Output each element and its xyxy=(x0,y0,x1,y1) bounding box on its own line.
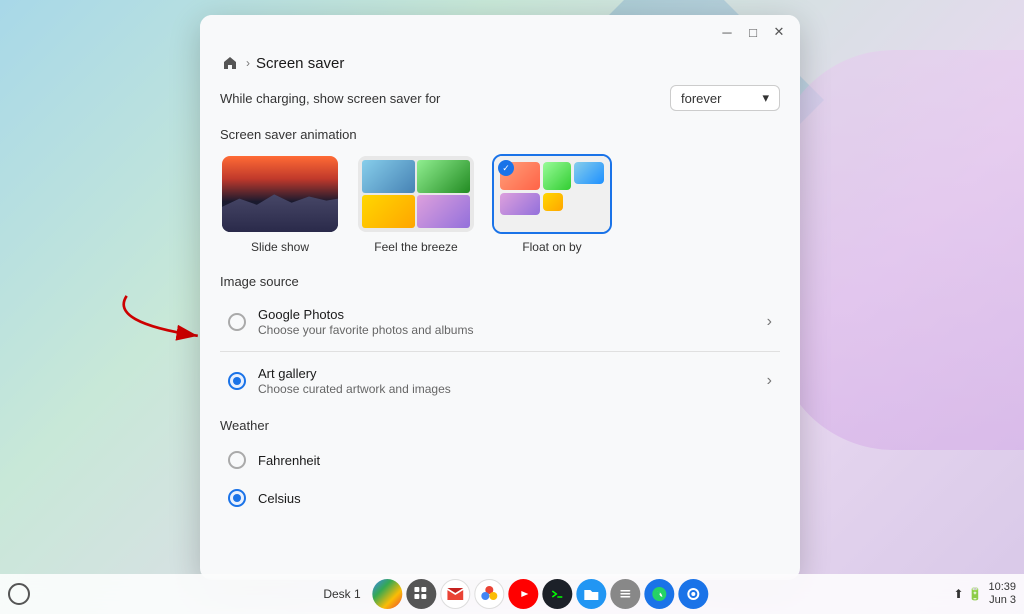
clock-date: Jun 3 xyxy=(989,594,1016,607)
settings-window: ─ □ ✕ › Screen saver While charging, sho… xyxy=(200,15,800,580)
youtube-icon[interactable] xyxy=(509,579,539,609)
launcher-button[interactable] xyxy=(8,583,30,605)
celsius-text: Celsius xyxy=(258,491,772,506)
slideshow-rocks xyxy=(222,190,338,232)
breeze-thumbnail xyxy=(356,154,476,234)
celsius-radio xyxy=(228,489,246,507)
celsius-radio-inner xyxy=(233,494,241,502)
home-icon[interactable] xyxy=(220,53,240,73)
slideshow-thumb-bg xyxy=(222,156,338,232)
art-gallery-radio xyxy=(228,372,246,390)
breeze-photo-1 xyxy=(362,160,415,193)
breadcrumb: › Screen saver xyxy=(200,49,800,85)
slideshow-label: Slide show xyxy=(251,240,309,254)
image-source-header: Image source xyxy=(220,274,780,289)
battery-icon[interactable]: 🔋 xyxy=(968,587,983,601)
art-gallery-chevron-icon: › xyxy=(767,372,772,390)
float-photo-2 xyxy=(543,162,571,190)
breadcrumb-separator: › xyxy=(246,56,250,70)
art-gallery-radio-inner xyxy=(233,377,241,385)
page-title: Screen saver xyxy=(256,55,344,72)
settings-app-icon[interactable] xyxy=(679,579,709,609)
animation-grid: Slide show Feel the breeze xyxy=(220,154,780,254)
settings-content: While charging, show screen saver for fo… xyxy=(200,85,800,580)
animation-section-header: Screen saver animation xyxy=(220,127,780,142)
maximize-button[interactable]: □ xyxy=(744,23,762,41)
art-gallery-name: Art gallery xyxy=(258,366,767,381)
google-photos-name: Google Photos xyxy=(258,307,767,322)
google-photos-radio xyxy=(228,313,246,331)
charging-label: While charging, show screen saver for xyxy=(220,91,440,106)
art-gallery-text: Art gallery Choose curated artwork and i… xyxy=(258,366,767,396)
weather-item-fahrenheit[interactable]: Fahrenheit xyxy=(220,441,780,479)
selected-check-icon: ✓ xyxy=(498,160,514,176)
taskbar-center: Desk 1 xyxy=(315,579,708,609)
float-thumbnail: ✓ xyxy=(492,154,612,234)
google-photos-chevron-icon: › xyxy=(767,313,772,331)
fahrenheit-label: Fahrenheit xyxy=(258,453,772,468)
art-gallery-desc: Choose curated artwork and images xyxy=(258,382,767,396)
animation-item-slideshow[interactable]: Slide show xyxy=(220,154,340,254)
taskbar: Desk 1 xyxy=(0,574,1024,614)
dropdown-arrow-icon: ▾ xyxy=(762,90,769,106)
float-label: Float on by xyxy=(522,240,581,254)
celsius-label: Celsius xyxy=(258,491,772,506)
float-photo-3 xyxy=(574,162,604,184)
whatsapp-icon[interactable] xyxy=(645,579,675,609)
duration-dropdown[interactable]: forever ▾ xyxy=(670,85,780,111)
slideshow-thumbnail xyxy=(220,154,340,234)
sys-tray: ⬆ 🔋 xyxy=(953,587,982,601)
taskbar-left xyxy=(8,583,30,605)
source-item-google-photos[interactable]: Google Photos Choose your favorite photo… xyxy=(220,297,780,347)
fahrenheit-text: Fahrenheit xyxy=(258,453,772,468)
time-display[interactable]: 10:39 Jun 3 xyxy=(988,581,1016,607)
breeze-thumb-bg xyxy=(358,156,474,232)
duration-value: forever xyxy=(681,91,721,106)
files-icon[interactable] xyxy=(577,579,607,609)
clock-time: 10:39 xyxy=(988,581,1016,594)
google-photos-desc: Choose your favorite photos and albums xyxy=(258,323,767,337)
source-item-art-gallery[interactable]: Art gallery Choose curated artwork and i… xyxy=(220,356,780,406)
chrome-icon[interactable] xyxy=(373,579,403,609)
app-grid-icon[interactable] xyxy=(407,579,437,609)
float-thumb-bg: ✓ xyxy=(494,156,610,232)
charging-row: While charging, show screen saver for fo… xyxy=(220,85,780,111)
google-photos-icon[interactable] xyxy=(475,579,505,609)
breeze-photo-2 xyxy=(417,160,470,193)
gmail-icon[interactable] xyxy=(441,579,471,609)
float-photo-4 xyxy=(500,193,540,215)
animation-item-float[interactable]: ✓ Float on by xyxy=(492,154,612,254)
fahrenheit-radio xyxy=(228,451,246,469)
weather-item-celsius[interactable]: Celsius xyxy=(220,479,780,517)
breeze-photo-3 xyxy=(362,195,415,228)
breeze-photo-4 xyxy=(417,195,470,228)
network-icon[interactable]: ⬆ xyxy=(953,587,963,601)
more-icon[interactable] xyxy=(611,579,641,609)
bg-decoration-2 xyxy=(774,50,1024,450)
float-photo-5 xyxy=(543,193,563,211)
divider-1 xyxy=(220,351,780,352)
minimize-button[interactable]: ─ xyxy=(718,23,736,41)
google-photos-text: Google Photos Choose your favorite photo… xyxy=(258,307,767,337)
desk-label[interactable]: Desk 1 xyxy=(315,585,368,603)
terminal-icon[interactable] xyxy=(543,579,573,609)
animation-item-breeze[interactable]: Feel the breeze xyxy=(356,154,476,254)
title-bar: ─ □ ✕ xyxy=(200,15,800,49)
weather-header: Weather xyxy=(220,418,780,433)
breeze-label: Feel the breeze xyxy=(374,240,457,254)
taskbar-right: ⬆ 🔋 10:39 Jun 3 xyxy=(953,581,1016,607)
close-button[interactable]: ✕ xyxy=(770,23,788,41)
